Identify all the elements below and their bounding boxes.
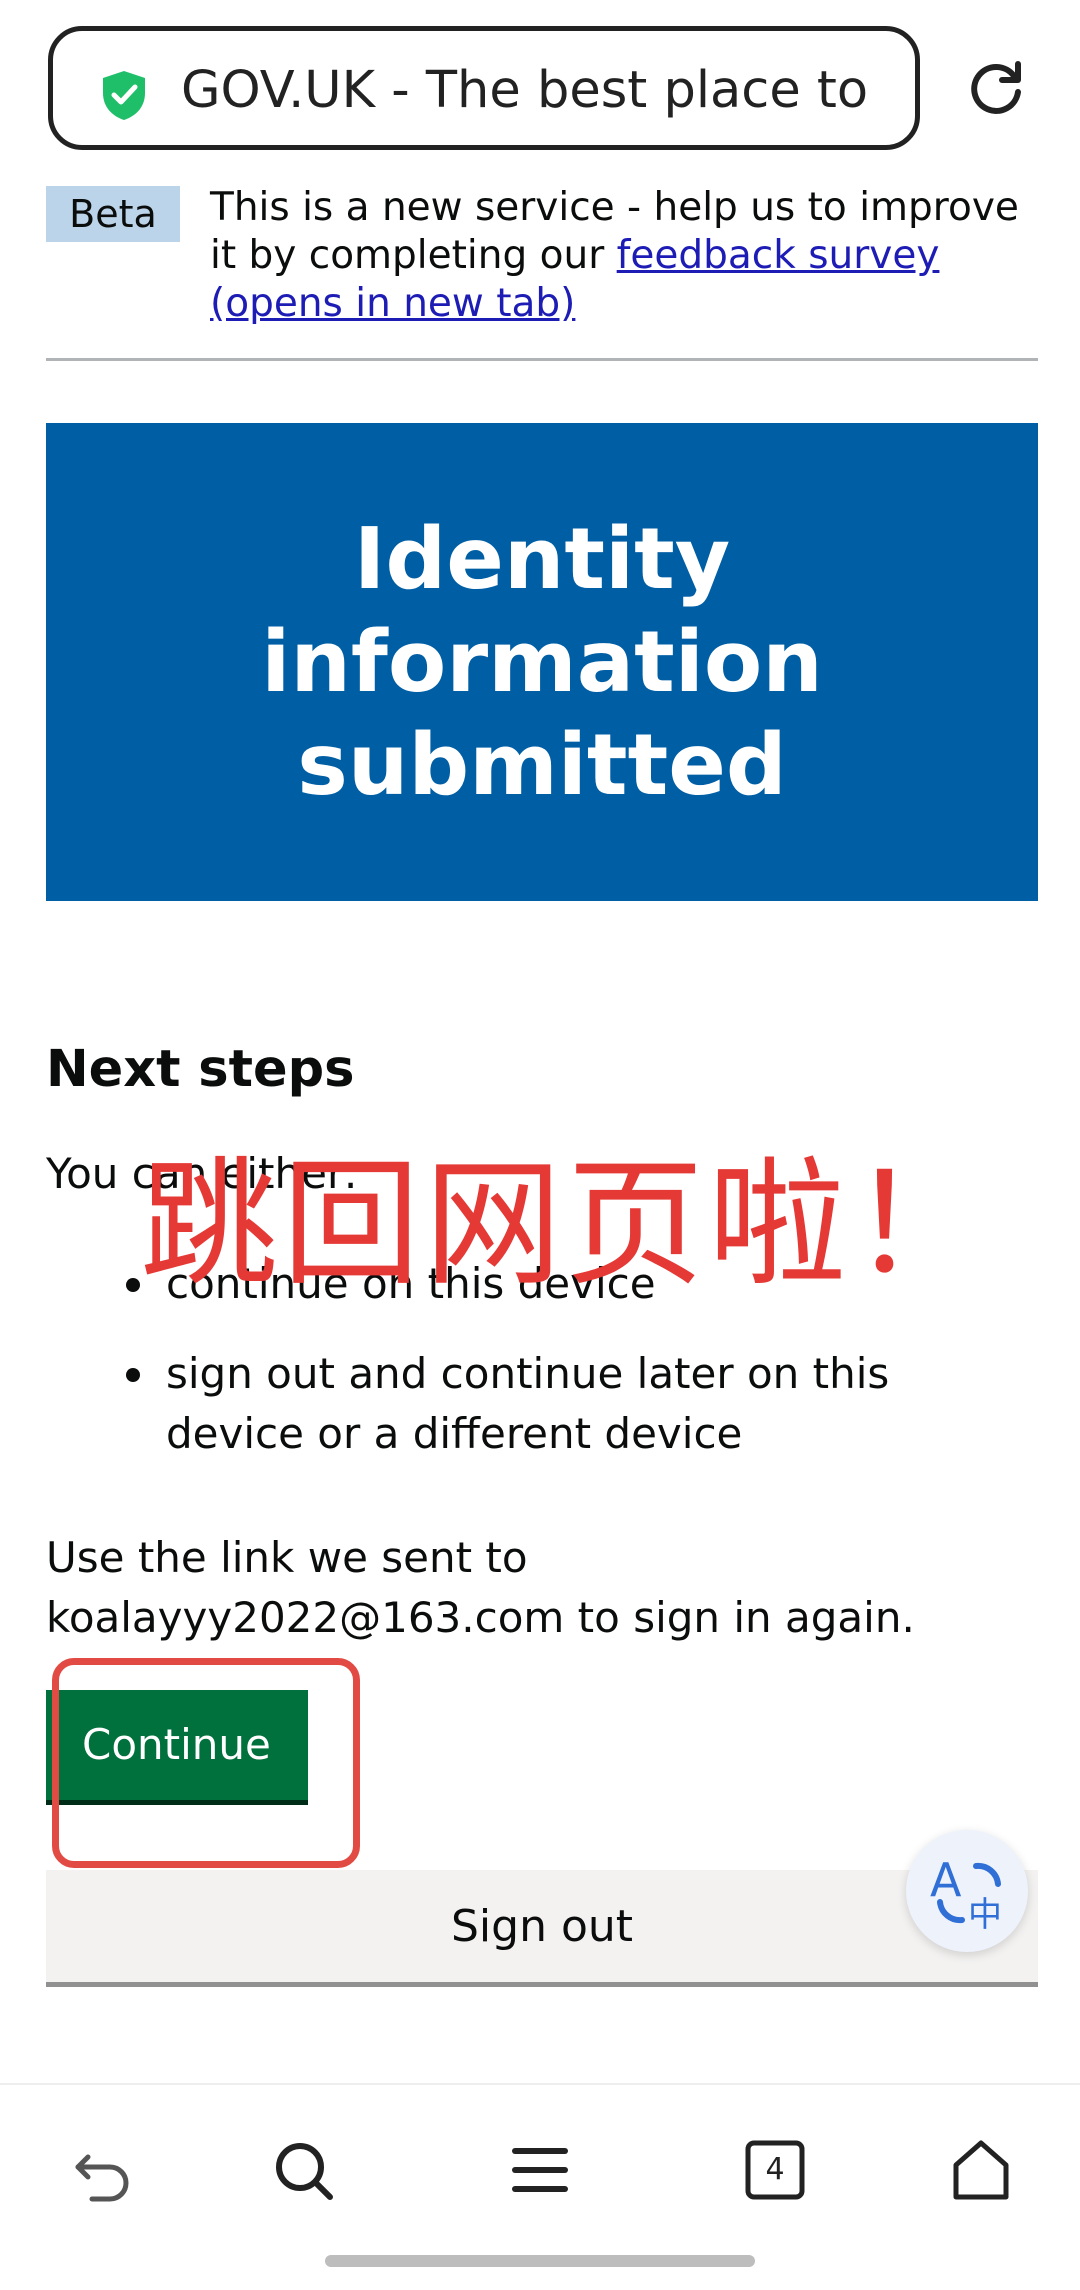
- home-icon[interactable]: [946, 2135, 1016, 2205]
- translate-icon[interactable]: A 中: [906, 1830, 1028, 1952]
- svg-text:A: A: [930, 1853, 962, 1907]
- back-icon[interactable]: [68, 2135, 138, 2205]
- beta-banner-text: This is a new service - help us to impro…: [210, 184, 1040, 328]
- tabs-icon[interactable]: 4: [740, 2135, 810, 2205]
- reload-icon[interactable]: [966, 58, 1026, 118]
- tab-count: 4: [765, 2152, 785, 2187]
- home-indicator: [325, 2255, 755, 2267]
- address-bar[interactable]: GOV.UK - The best place to…: [48, 26, 920, 150]
- menu-icon[interactable]: [505, 2135, 575, 2205]
- beta-tag: Beta: [46, 186, 180, 242]
- search-icon[interactable]: [268, 2135, 338, 2205]
- sign-out-button[interactable]: Sign out: [46, 1870, 1038, 1982]
- confirmation-panel: Identity information submitted: [46, 423, 1038, 901]
- panel-title: Identity information submitted: [261, 509, 823, 815]
- svg-text:中: 中: [968, 1895, 1002, 1935]
- signin-note: Use the link we sent to koalayyy2022@163…: [46, 1533, 915, 1642]
- overlay-annotation: 跳回网页啦！: [140, 1144, 993, 1305]
- page-title: GOV.UK - The best place to…: [181, 61, 871, 120]
- shield-check-icon: [103, 71, 145, 120]
- continue-button[interactable]: Continue: [46, 1690, 308, 1800]
- divider: [46, 358, 1038, 361]
- list-item: sign out and continue later on this devi…: [126, 1344, 1026, 1464]
- next-steps-heading: Next steps: [46, 1040, 355, 1099]
- browser-toolbar: GOV.UK - The best place to…: [0, 0, 1080, 190]
